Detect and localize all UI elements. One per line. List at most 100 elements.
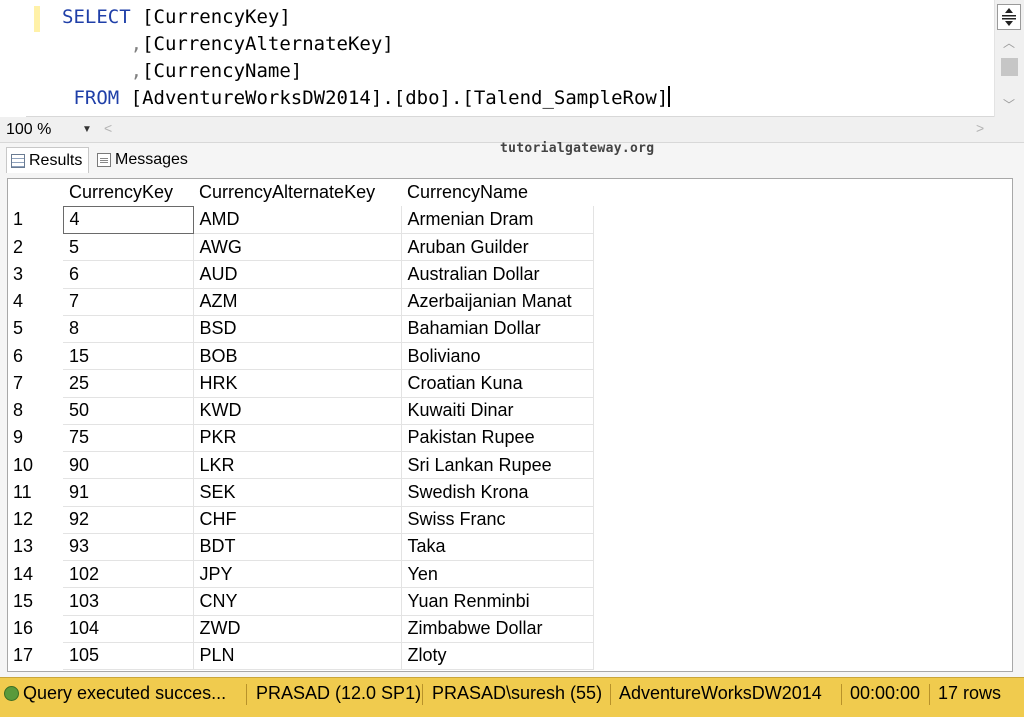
table-row[interactable]: 11 91 SEK Swedish Krona [8,478,594,507]
table-row[interactable]: 2 5 AWG Aruban Guilder [8,233,594,262]
row-number[interactable]: 13 [8,533,63,560]
row-number[interactable]: 15 [8,588,63,615]
scroll-left-icon[interactable]: < [104,120,112,136]
table-cell[interactable]: HRK [193,369,402,398]
table-row[interactable]: 10 90 LKR Sri Lankan Rupee [8,451,594,480]
tab-messages[interactable]: Messages [93,147,192,173]
table-cell[interactable]: CHF [193,506,402,534]
table-cell[interactable]: 104 [63,615,194,643]
code-line[interactable]: ,[CurrencyAlternateKey] [62,31,670,58]
table-cell[interactable]: 103 [63,587,194,616]
row-number[interactable]: 1 [8,206,63,233]
table-cell[interactable]: Bahamian Dollar [401,315,594,344]
row-number[interactable]: 14 [8,561,63,588]
table-cell[interactable]: 91 [63,478,194,507]
table-row[interactable]: 1 4 AMD Armenian Dram [8,205,594,235]
table-cell[interactable]: Croatian Kuna [401,369,594,398]
table-row[interactable]: 12 92 CHF Swiss Franc [8,506,594,534]
table-cell[interactable]: 15 [63,342,194,371]
scroll-right-icon[interactable]: > [976,120,984,136]
code-line[interactable]: ,[CurrencyName] [62,58,670,85]
table-cell[interactable]: Aruban Guilder [401,233,594,262]
table-cell[interactable]: 50 [63,397,194,425]
table-row[interactable]: 17 105 PLN Zloty [8,642,594,671]
table-cell[interactable]: 25 [63,369,194,398]
query-editor[interactable]: SELECT [CurrencyKey] ,[CurrencyAlternate… [0,0,1024,117]
table-cell[interactable]: Boliviano [401,342,594,371]
table-cell[interactable]: AWG [193,233,402,262]
table-row[interactable]: 7 25 HRK Croatian Kuna [8,369,594,398]
table-cell[interactable]: BSD [193,315,402,344]
table-cell[interactable]: Yen [401,560,594,589]
table-cell[interactable]: ZWD [193,615,402,643]
table-cell[interactable]: 7 [63,288,194,316]
table-row[interactable]: 13 93 BDT Taka [8,533,594,562]
table-cell[interactable]: BOB [193,342,402,371]
table-cell[interactable]: 4 [62,205,194,235]
table-cell[interactable]: 5 [63,233,194,262]
editor-vertical-scrollbar[interactable]: ︿ ﹀ [994,0,1024,117]
table-cell[interactable]: Yuan Renminbi [401,587,594,616]
row-number-header[interactable] [8,179,63,207]
row-number[interactable]: 11 [8,479,63,506]
table-cell[interactable]: Azerbaijanian Manat [401,288,594,316]
chevron-down-icon[interactable]: ▼ [82,120,92,140]
tab-results[interactable]: Results [6,147,90,173]
table-row[interactable]: 14 102 JPY Yen [8,560,594,589]
row-number[interactable]: 6 [8,343,63,370]
table-cell[interactable]: 6 [63,260,194,289]
table-cell[interactable]: Armenian Dram [401,206,594,235]
table-cell[interactable]: Taka [401,533,594,562]
table-cell[interactable]: AMD [193,206,402,235]
results-grid[interactable]: CurrencyKey CurrencyAlternateKey CurrencyN… [7,178,1013,672]
table-cell[interactable]: 93 [63,533,194,562]
code-line[interactable]: FROM [AdventureWorksDW2014].[dbo].[Talen… [62,85,671,112]
table-row[interactable]: 6 15 BOB Boliviano [8,342,594,371]
table-cell[interactable]: PLN [193,642,402,671]
table-cell[interactable]: Swiss Franc [401,506,594,534]
table-row[interactable]: 16 104 ZWD Zimbabwe Dollar [8,615,594,643]
table-row[interactable]: 8 50 KWD Kuwaiti Dinar [8,397,594,425]
table-cell[interactable]: BDT [193,533,402,562]
table-row[interactable]: 3 6 AUD Australian Dollar [8,260,594,289]
column-header[interactable]: CurrencyName [401,179,593,207]
table-cell[interactable]: 105 [63,642,194,671]
table-cell[interactable]: 92 [63,506,194,534]
row-number[interactable]: 8 [8,397,63,424]
table-cell[interactable]: LKR [193,451,402,480]
table-cell[interactable]: 75 [63,424,194,453]
editor-scroll-thumb[interactable] [1001,58,1018,76]
row-number[interactable]: 7 [8,370,63,397]
table-cell[interactable]: 102 [63,560,194,589]
sql-code[interactable]: SELECT [CurrencyKey] ,[CurrencyAlternate… [62,4,671,112]
row-number[interactable]: 12 [8,506,63,533]
row-number[interactable]: 2 [8,234,63,261]
table-cell[interactable]: JPY [193,560,402,589]
table-cell[interactable]: Kuwaiti Dinar [401,397,594,425]
row-number[interactable]: 10 [8,452,63,479]
table-cell[interactable]: Zloty [401,642,594,671]
table-cell[interactable]: Swedish Krona [401,478,594,507]
table-row[interactable]: 4 7 AZM Azerbaijanian Manat [8,288,594,316]
table-cell[interactable]: CNY [193,587,402,616]
table-cell[interactable]: Zimbabwe Dollar [401,615,594,643]
table-cell[interactable]: 8 [63,315,194,344]
table-row[interactable]: 15 103 CNY Yuan Renminbi [8,587,594,616]
row-number[interactable]: 16 [8,615,63,642]
row-number[interactable]: 17 [8,642,63,669]
row-number[interactable]: 5 [8,315,63,342]
table-cell[interactable]: KWD [193,397,402,425]
row-number[interactable]: 3 [8,261,63,288]
table-cell[interactable]: SEK [193,478,402,507]
table-cell[interactable]: Australian Dollar [401,260,594,289]
table-row[interactable]: 5 8 BSD Bahamian Dollar [8,315,594,344]
table-cell[interactable]: AUD [193,260,402,289]
code-line[interactable]: SELECT [CurrencyKey] [62,4,670,31]
table-row[interactable]: 9 75 PKR Pakistan Rupee [8,424,594,453]
table-cell[interactable]: 90 [63,451,194,480]
scroll-down-icon[interactable]: ﹀ [1001,96,1017,112]
table-cell[interactable]: PKR [193,424,402,453]
row-number[interactable]: 4 [8,288,63,315]
zoom-select[interactable]: 100 % ▼ [4,120,96,140]
split-editor-button[interactable] [997,4,1021,30]
